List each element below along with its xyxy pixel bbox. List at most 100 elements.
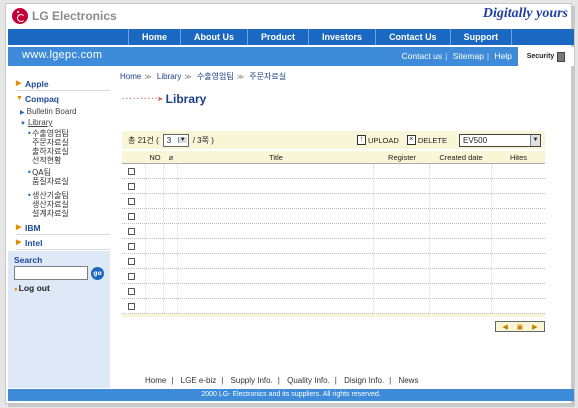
sidebar-item-library[interactable]: ▼ Library xyxy=(16,118,110,129)
delete-button[interactable]: × DELETE xyxy=(406,135,447,145)
page-select[interactable]: 3 ▼ xyxy=(162,133,189,147)
logo-text: LG Electronics xyxy=(32,9,117,23)
row-checkbox[interactable] xyxy=(128,183,135,190)
security-indicator[interactable]: Security xyxy=(518,47,574,66)
lg-logo[interactable]: LG Electronics xyxy=(12,8,117,24)
sidebar-item-intel[interactable]: ▶ Intel xyxy=(16,237,110,250)
model-select[interactable]: EV500 ▼ xyxy=(459,133,541,147)
header-title[interactable]: Title xyxy=(178,151,374,163)
group-export-sales: • 수출영업팀 주문자료실 출하자료실 선적현황 xyxy=(27,129,110,165)
table-row xyxy=(122,194,545,209)
utility-links: Contact us | Sitemap | Help xyxy=(401,51,513,61)
row-checkbox[interactable] xyxy=(128,258,135,265)
sidebar-item-apple[interactable]: ▶ Apple xyxy=(16,78,110,91)
prev-page-icon[interactable]: ◀ xyxy=(502,323,507,331)
sidebar-item-ibm[interactable]: ▶ IBM xyxy=(16,222,110,235)
security-label: Security xyxy=(526,53,555,60)
sidebar-item-bulletin[interactable]: ▶ Bulletin Board xyxy=(16,107,110,118)
table-header: NO ⌀ Title Register Created date Hites xyxy=(122,151,545,164)
chevron-down-icon: ▼ xyxy=(177,137,187,143)
go-button[interactable]: go xyxy=(91,266,104,280)
nav-home[interactable]: Home xyxy=(128,29,180,45)
bullet-icon: ● xyxy=(14,287,18,293)
breadcrumb-home[interactable]: Home xyxy=(120,72,141,81)
group-production: • 생산기술팀 생산자료실 설계자료실 xyxy=(27,191,110,218)
nav-about-us[interactable]: About Us xyxy=(180,29,247,45)
breadcrumb-current: 주문자료실 xyxy=(249,72,287,81)
group-item[interactable]: 선적현황 xyxy=(32,156,110,165)
breadcrumb-dept[interactable]: 수출영업팀 xyxy=(197,72,234,81)
breadcrumb-library[interactable]: Library xyxy=(157,72,181,81)
pager: ◀ ▣ ▶ xyxy=(495,321,545,332)
table-row xyxy=(122,254,545,269)
total-count: 총 21건 ( xyxy=(128,135,159,145)
lock-icon xyxy=(557,51,566,62)
footer-ebiz[interactable]: LGE e-biz xyxy=(181,376,217,385)
group-head[interactable]: • 생산기술팀 xyxy=(27,191,110,200)
footer-supply[interactable]: Supply Info. xyxy=(231,376,273,385)
nav-product[interactable]: Product xyxy=(247,29,308,45)
search-input[interactable] xyxy=(14,266,88,280)
sidebar: ▶ Apple ▼ Compaq ▶ Bulletin Board ▼ Librar… xyxy=(8,66,110,388)
logout-link[interactable]: ●Log out xyxy=(14,283,104,293)
triangle-right-icon: ▶ xyxy=(16,80,22,87)
footer-home[interactable]: Home xyxy=(145,376,166,385)
row-checkbox[interactable] xyxy=(128,303,135,310)
lg-logo-icon xyxy=(12,8,28,24)
group-item[interactable]: 설계자료실 xyxy=(32,209,110,218)
table-row xyxy=(122,239,545,254)
row-checkbox[interactable] xyxy=(128,228,135,235)
triangle-right-icon: ▶ xyxy=(16,239,22,246)
row-checkbox[interactable] xyxy=(128,243,135,250)
header-created[interactable]: Created date xyxy=(430,151,492,163)
triangle-right-icon: ▶ xyxy=(20,110,25,116)
header-no[interactable]: NO xyxy=(146,151,164,163)
slogan: Digitally yours xyxy=(482,6,568,21)
footer-news[interactable]: News xyxy=(398,376,418,385)
upload-icon: ↑ xyxy=(356,135,366,145)
group-head[interactable]: • 수출영업팀 xyxy=(27,129,110,138)
group-item[interactable]: 품질자료실 xyxy=(32,177,110,186)
chevron-down-icon: ▼ xyxy=(530,134,540,146)
next-page-icon[interactable]: ▶ xyxy=(532,323,537,331)
site-url[interactable]: www.lgepc.com xyxy=(22,49,102,61)
sitemap-link[interactable]: Sitemap xyxy=(453,51,484,61)
sidebar-item-compaq[interactable]: ▼ Compaq xyxy=(16,93,110,105)
contact-link[interactable]: Contact us xyxy=(402,51,443,61)
header-register[interactable]: Register xyxy=(374,151,430,163)
group-head[interactable]: • QA팀 xyxy=(27,168,110,177)
row-checkbox[interactable] xyxy=(128,198,135,205)
breadcrumb: Home ≫ Library ≫ 수출영업팀 ≫ 주문자료실 xyxy=(120,72,287,81)
group-item[interactable]: 생산자료실 xyxy=(32,200,110,209)
top-navigation: Home About Us Product Investors Contact … xyxy=(8,29,574,45)
table-row xyxy=(122,284,545,299)
delete-icon: × xyxy=(406,135,416,145)
nav-investors[interactable]: Investors xyxy=(308,29,375,45)
dotted-arrow-icon: ··········▸ xyxy=(122,94,164,103)
page-title: ··········▸ Library xyxy=(122,92,207,106)
search-label: Search xyxy=(14,255,43,265)
library-subtree: • 수출영업팀 주문자료실 출하자료실 선적현황 • QA팀 품질자료실 • 생산기술… xyxy=(16,129,110,218)
row-checkbox[interactable] xyxy=(128,273,135,280)
footer-quality[interactable]: Quality Info. xyxy=(287,376,330,385)
row-checkbox[interactable] xyxy=(128,288,135,295)
table-row xyxy=(122,164,545,179)
row-checkbox[interactable] xyxy=(128,213,135,220)
nav-support[interactable]: Support xyxy=(449,29,513,45)
nav-contact-us[interactable]: Contact Us xyxy=(375,29,450,45)
help-link[interactable]: Help xyxy=(495,51,512,61)
group-item[interactable]: 주문자료실 xyxy=(32,138,110,147)
page-total: / 3쪽 ) xyxy=(192,135,214,145)
row-checkbox[interactable] xyxy=(128,168,135,175)
header-hits[interactable]: Hites xyxy=(492,151,545,163)
table-row xyxy=(122,299,545,314)
upload-button[interactable]: ↑ UPLOAD xyxy=(356,135,399,145)
group-item[interactable]: 출하자료실 xyxy=(32,147,110,156)
page-list-icon[interactable]: ▣ xyxy=(517,323,524,331)
footer-design[interactable]: Disign Info. xyxy=(344,376,384,385)
search-panel: Search go ●Log out xyxy=(8,251,110,388)
sub-bar: www.lgepc.com Contact us | Sitemap | Help … xyxy=(8,47,574,66)
triangle-right-icon: ▶ xyxy=(16,224,22,231)
table-row xyxy=(122,269,545,284)
triangle-down-icon: ▼ xyxy=(16,95,23,102)
